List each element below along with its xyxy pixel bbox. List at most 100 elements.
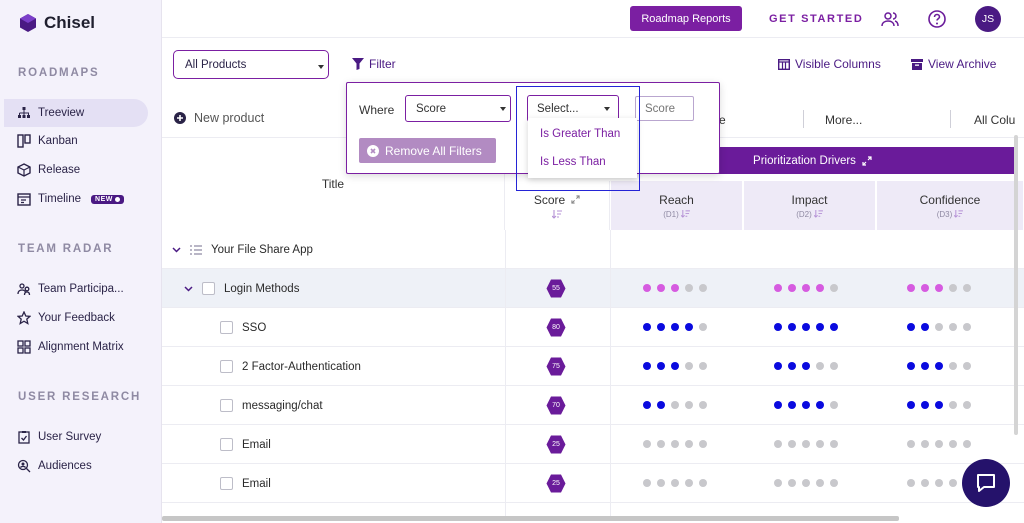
rating-dot[interactable] [963, 362, 971, 370]
reach-rating[interactable] [643, 323, 707, 331]
rating-dot[interactable] [935, 401, 943, 409]
user-avatar[interactable]: JS [975, 6, 1001, 32]
rating-dot[interactable] [671, 323, 679, 331]
rating-dot[interactable] [935, 362, 943, 370]
table-row[interactable]: Email 25 [162, 464, 1024, 503]
rating-dot[interactable] [830, 479, 838, 487]
rating-dot[interactable] [657, 323, 665, 331]
filter-value-input[interactable] [635, 96, 694, 121]
confidence-rating[interactable] [907, 284, 971, 292]
rating-dot[interactable] [816, 440, 824, 448]
rating-dot[interactable] [643, 284, 651, 292]
rating-dot[interactable] [657, 401, 665, 409]
sidebar-item-timeline[interactable]: Timeline NEW [4, 185, 148, 213]
table-row[interactable]: Login Methods 55 [162, 269, 1024, 308]
rating-dot[interactable] [788, 440, 796, 448]
rating-dot[interactable] [935, 284, 943, 292]
sidebar-item-release[interactable]: Release [4, 156, 148, 184]
rating-dot[interactable] [921, 401, 929, 409]
rating-dot[interactable] [788, 401, 796, 409]
reach-rating[interactable] [643, 362, 707, 370]
rating-dot[interactable] [921, 479, 929, 487]
impact-rating[interactable] [774, 284, 838, 292]
filter-button[interactable]: Filter [352, 57, 396, 71]
rating-dot[interactable] [816, 479, 824, 487]
rating-dot[interactable] [671, 440, 679, 448]
impact-rating[interactable] [774, 440, 838, 448]
product-select[interactable]: All Products [173, 50, 329, 79]
confidence-rating[interactable] [907, 401, 971, 409]
reach-rating[interactable] [643, 401, 707, 409]
rating-dot[interactable] [699, 479, 707, 487]
rating-dot[interactable] [643, 479, 651, 487]
rating-dot[interactable] [774, 479, 782, 487]
rating-dot[interactable] [949, 362, 957, 370]
sidebar-item-alignment-matrix[interactable]: Alignment Matrix [4, 333, 148, 361]
confidence-column-header[interactable]: Confidence (D3) [877, 181, 1024, 230]
rating-dot[interactable] [643, 323, 651, 331]
impact-rating[interactable] [774, 323, 838, 331]
horizontal-scrollbar[interactable] [162, 516, 899, 521]
confidence-rating[interactable] [907, 440, 971, 448]
rating-dot[interactable] [671, 479, 679, 487]
rating-dot[interactable] [699, 362, 707, 370]
rating-dot[interactable] [802, 323, 810, 331]
rating-dot[interactable] [830, 401, 838, 409]
rating-dot[interactable] [643, 401, 651, 409]
sidebar-item-treeview[interactable]: Treeview [4, 99, 148, 127]
rating-dot[interactable] [816, 362, 824, 370]
rating-dot[interactable] [699, 323, 707, 331]
rating-dot[interactable] [921, 362, 929, 370]
impact-rating[interactable] [774, 401, 838, 409]
row-checkbox[interactable] [220, 321, 233, 334]
chevron-down-icon[interactable] [184, 285, 193, 292]
rating-dot[interactable] [830, 362, 838, 370]
rating-dot[interactable] [907, 440, 915, 448]
rating-dot[interactable] [671, 362, 679, 370]
rating-dot[interactable] [774, 401, 782, 409]
table-row[interactable]: Your File Share App [162, 230, 1024, 269]
rating-dot[interactable] [921, 440, 929, 448]
rating-dot[interactable] [830, 284, 838, 292]
rating-dot[interactable] [788, 284, 796, 292]
help-icon[interactable] [927, 9, 947, 29]
rating-dot[interactable] [830, 323, 838, 331]
rating-dot[interactable] [802, 362, 810, 370]
impact-column-header[interactable]: Impact (D2) [744, 181, 876, 230]
rating-dot[interactable] [699, 401, 707, 409]
sidebar-item-audiences[interactable]: Audiences [4, 452, 148, 480]
rating-dot[interactable] [907, 284, 915, 292]
rating-dot[interactable] [788, 323, 796, 331]
roadmap-reports-button[interactable]: Roadmap Reports [630, 6, 742, 31]
impact-rating[interactable] [774, 479, 838, 487]
table-row[interactable]: Email 25 [162, 425, 1024, 464]
rating-dot[interactable] [949, 284, 957, 292]
row-checkbox[interactable] [220, 438, 233, 451]
reach-rating[interactable] [643, 479, 707, 487]
rating-dot[interactable] [643, 362, 651, 370]
rating-dot[interactable] [949, 440, 957, 448]
rating-dot[interactable] [921, 323, 929, 331]
row-checkbox[interactable] [202, 282, 215, 295]
new-product-button[interactable]: New product [174, 111, 264, 125]
rating-dot[interactable] [685, 362, 693, 370]
rating-dot[interactable] [802, 440, 810, 448]
rating-dot[interactable] [788, 479, 796, 487]
rating-dot[interactable] [657, 362, 665, 370]
rating-dot[interactable] [685, 440, 693, 448]
reach-column-header[interactable]: Reach (D1) [611, 181, 743, 230]
rating-dot[interactable] [816, 323, 824, 331]
sort-icon[interactable] [680, 210, 690, 218]
rating-dot[interactable] [816, 284, 824, 292]
view-archive-button[interactable]: View Archive [911, 57, 996, 71]
rating-dot[interactable] [921, 284, 929, 292]
row-checkbox[interactable] [220, 360, 233, 373]
sort-icon[interactable] [552, 209, 562, 219]
chat-support-button[interactable] [962, 459, 1010, 507]
rating-dot[interactable] [949, 323, 957, 331]
row-checkbox[interactable] [220, 399, 233, 412]
rating-dot[interactable] [935, 440, 943, 448]
rating-dot[interactable] [963, 284, 971, 292]
rating-dot[interactable] [907, 479, 915, 487]
rating-dot[interactable] [643, 440, 651, 448]
